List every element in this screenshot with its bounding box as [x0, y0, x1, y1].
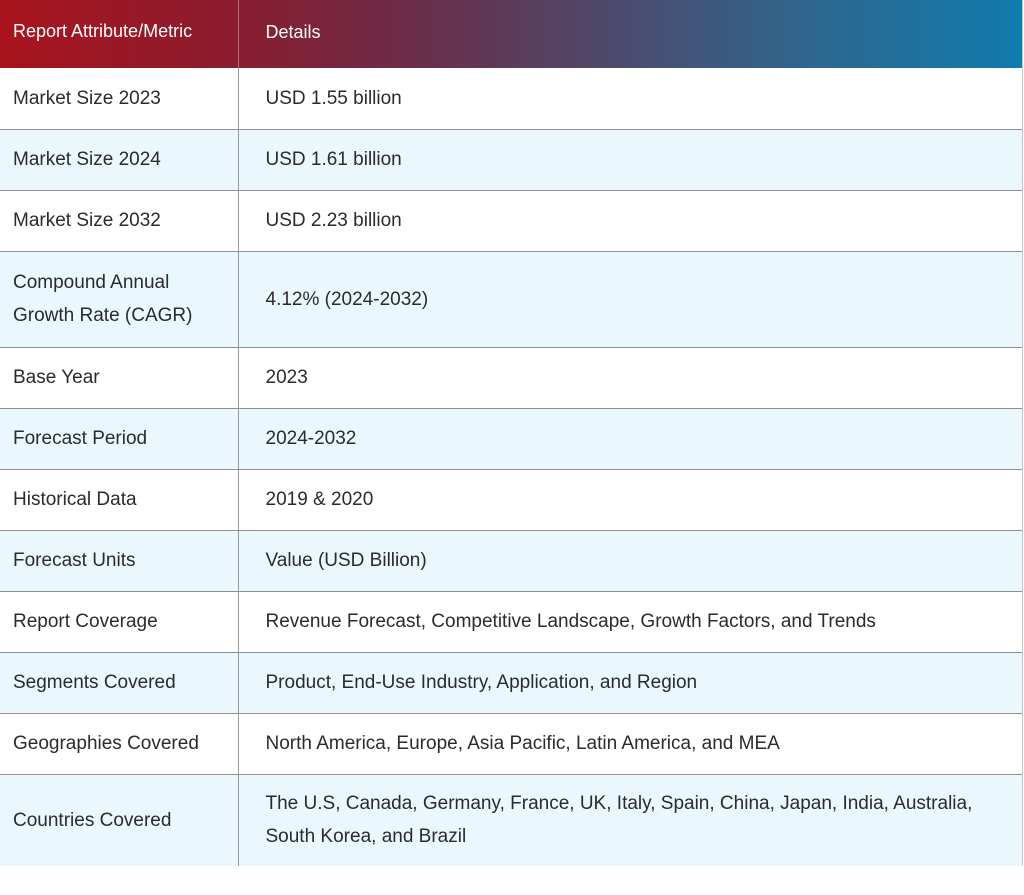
row-attribute: Report Coverage	[0, 591, 238, 653]
row-attribute: Market Size 2032	[0, 190, 238, 252]
table-row: Segments Covered Product, End-Use Indust…	[0, 652, 1022, 714]
table-row: Forecast Units Value (USD Billion)	[0, 530, 1022, 592]
table-row: Geographies Covered North America, Europ…	[0, 713, 1022, 775]
row-details: Revenue Forecast, Competitive Landscape,…	[237, 591, 1022, 653]
row-details: 2024-2032	[237, 408, 1022, 470]
table-row: Market Size 2032 USD 2.23 billion	[0, 190, 1022, 252]
row-details: USD 2.23 billion	[237, 190, 1022, 252]
table-row: Historical Data 2019 & 2020	[0, 469, 1022, 531]
row-attribute: Forecast Units	[0, 530, 238, 592]
header-row: Report Attribute/Metric Details	[0, 0, 1022, 68]
table-row: Countries Covered The U.S, Canada, Germa…	[0, 774, 1022, 866]
header-attribute: Report Attribute/Metric	[13, 21, 193, 41]
row-attribute: Segments Covered	[0, 652, 238, 714]
row-attribute: Base Year	[0, 347, 238, 409]
row-details: The U.S, Canada, Germany, France, UK, It…	[237, 774, 1022, 866]
table-row: Base Year 2023	[0, 347, 1022, 409]
table-row: Forecast Period 2024-2032	[0, 408, 1022, 470]
row-attribute: Market Size 2024	[0, 129, 238, 191]
table-body: Market Size 2023 USD 1.55 billion Market…	[0, 68, 1022, 866]
report-attributes-table: Report Attribute/Metric Details Market S…	[0, 0, 1022, 866]
row-attribute: Forecast Period	[0, 408, 238, 470]
row-details: Value (USD Billion)	[237, 530, 1022, 592]
table-header: Report Attribute/Metric Details	[0, 0, 1022, 68]
table-row: Report Coverage Revenue Forecast, Compet…	[0, 591, 1022, 653]
row-attribute: Compound Annual Growth Rate (CAGR)	[0, 251, 238, 348]
header-details: Details	[237, 0, 1022, 68]
row-attribute: Market Size 2023	[0, 68, 238, 130]
table-row: Compound Annual Growth Rate (CAGR) 4.12%…	[0, 251, 1022, 348]
row-details: North America, Europe, Asia Pacific, Lat…	[237, 713, 1022, 775]
row-details: 4.12% (2024-2032)	[237, 251, 1022, 348]
row-details: 2023	[237, 347, 1022, 409]
row-details: Product, End-Use Industry, Application, …	[237, 652, 1022, 714]
row-details: USD 1.55 billion	[237, 68, 1022, 130]
row-attribute: Geographies Covered	[0, 713, 238, 775]
table-row: Market Size 2024 USD 1.61 billion	[0, 129, 1022, 191]
row-details: 2019 & 2020	[237, 469, 1022, 531]
row-details: USD 1.61 billion	[237, 129, 1022, 191]
row-attribute: Countries Covered	[0, 774, 238, 866]
table-row: Market Size 2023 USD 1.55 billion	[0, 68, 1022, 130]
row-attribute: Historical Data	[0, 469, 238, 531]
report-table-container: Report Attribute/Metric Details Market S…	[0, 0, 1023, 866]
